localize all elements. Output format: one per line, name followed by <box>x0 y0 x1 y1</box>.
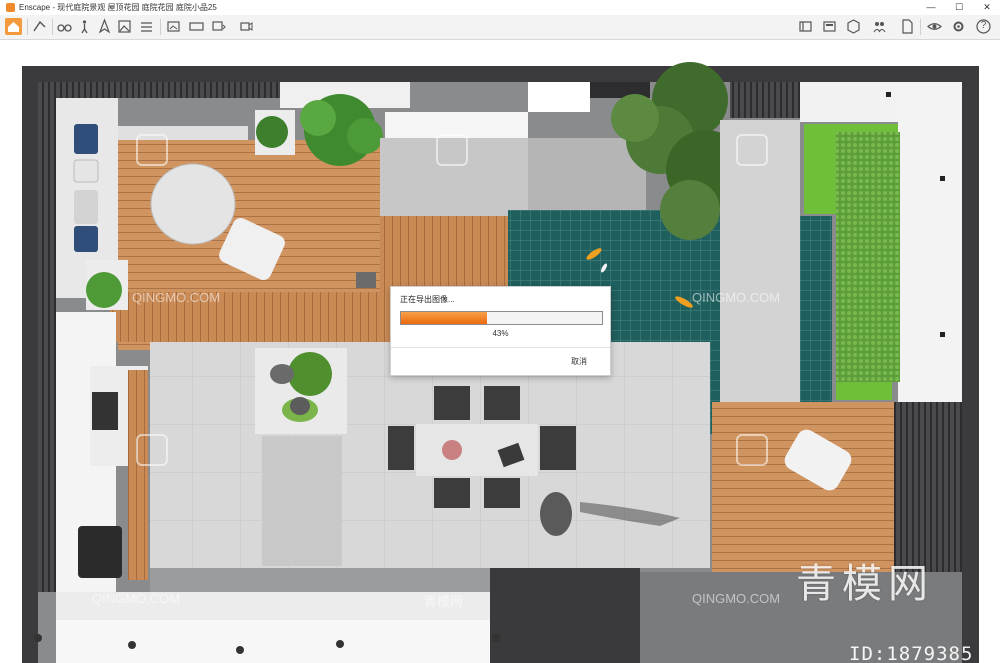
enscape-logo-icon <box>6 3 15 12</box>
help-icon[interactable]: ? <box>975 18 992 35</box>
watermark-brand: 青模网 <box>796 562 934 606</box>
render-viewport[interactable]: QINGMO.COM QINGMO.COM QINGMO.COM QINGMO.… <box>0 40 1000 663</box>
asset-library-icon[interactable] <box>797 18 814 35</box>
walk-icon[interactable] <box>76 18 93 35</box>
toolbar-separator <box>52 19 53 35</box>
watermark-logo-icon <box>136 434 168 466</box>
maximize-button[interactable]: ☐ <box>946 0 972 15</box>
export-panorama-icon[interactable] <box>188 18 205 35</box>
progress-bar <box>400 311 603 325</box>
toolbar: ? <box>0 15 1000 40</box>
file-icon[interactable] <box>899 18 916 35</box>
toolbar-separator <box>920 19 921 35</box>
settings-icon[interactable] <box>950 18 967 35</box>
help-label: ? <box>980 20 987 31</box>
window-title: Enscape - 现代庭院景观 屋顶花园 庭院花园 庭院小品25 <box>19 3 217 12</box>
export-progress-dialog: 正在导出图像... 43% 取消 <box>390 286 611 376</box>
capture-icon[interactable] <box>31 18 48 35</box>
toolbar-separator <box>160 19 161 35</box>
video-export-icon[interactable] <box>238 18 255 35</box>
watermark-text-cn: 青模网 <box>424 594 464 609</box>
title-bar: Enscape - 现代庭院景观 屋顶花园 庭院花园 庭院小品25 — ☐ ✕ <box>0 0 1000 16</box>
watermark-text: QINGMO.COM <box>692 591 781 606</box>
materials-icon[interactable] <box>821 18 838 35</box>
watermark-logo-icon <box>136 134 168 166</box>
watermark-id: ID:1879385 <box>849 643 974 663</box>
people-icon[interactable] <box>871 18 888 35</box>
toolbar-separator <box>27 19 28 35</box>
home-icon[interactable] <box>5 18 22 35</box>
cancel-button[interactable]: 取消 <box>571 356 587 367</box>
watermark-text: QINGMO.COM <box>132 290 221 305</box>
minimize-button[interactable]: — <box>918 0 944 15</box>
binoculars-icon[interactable] <box>56 18 73 35</box>
watermark-logo-icon <box>736 134 768 166</box>
export-image-icon[interactable] <box>165 18 182 35</box>
dialog-title: 正在导出图像... <box>400 295 455 304</box>
close-button[interactable]: ✕ <box>974 0 1000 15</box>
watermark-text: QINGMO.COM <box>692 290 781 305</box>
compass-icon[interactable] <box>96 18 113 35</box>
watermark-logo-icon <box>436 134 468 166</box>
progress-fill <box>401 312 488 324</box>
mountain-icon[interactable] <box>116 18 133 35</box>
progress-percent: 43% <box>492 329 509 338</box>
grid-icon[interactable] <box>138 18 155 35</box>
dialog-divider <box>391 347 610 348</box>
eye-icon[interactable] <box>926 18 943 35</box>
batch-export-icon[interactable] <box>210 18 227 35</box>
watermark-logo-icon <box>736 434 768 466</box>
watermark-text: QINGMO.COM <box>92 591 181 606</box>
cube-icon[interactable] <box>845 18 862 35</box>
